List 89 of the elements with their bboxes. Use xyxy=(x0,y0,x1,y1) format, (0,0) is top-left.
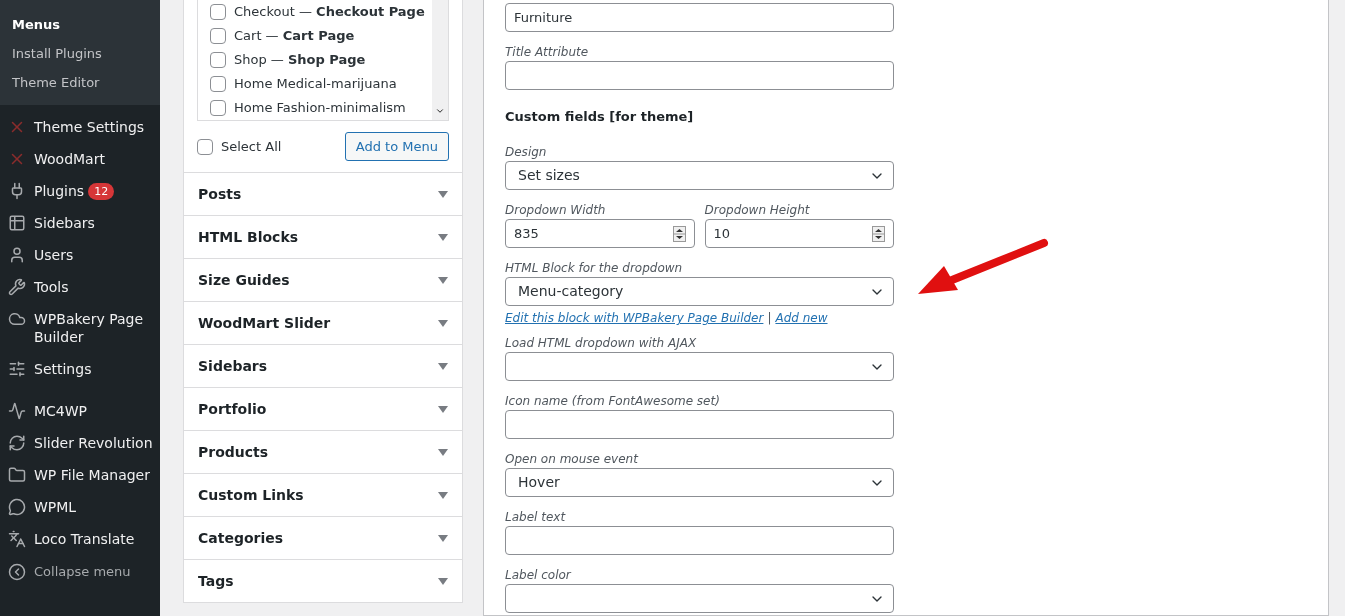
sidebar-item[interactable]: WP File Manager xyxy=(0,459,160,491)
field-label: Label text xyxy=(505,509,567,525)
field-label: Dropdown Height xyxy=(704,202,811,218)
field-label: Label color xyxy=(505,567,573,583)
sidebar-item[interactable]: MC4WP xyxy=(0,395,160,427)
accordion-section[interactable]: Custom Links xyxy=(183,474,463,517)
dropdown-triangle-icon xyxy=(438,276,448,284)
scroll-down-icon[interactable] xyxy=(435,106,445,116)
dropdown-triangle-icon xyxy=(438,405,448,413)
add-to-menu-button[interactable]: Add to Menu xyxy=(344,132,449,161)
field-label: HTML Block for the dropdown xyxy=(505,260,684,276)
accordion-section[interactable]: HTML Blocks xyxy=(183,216,463,259)
checkbox[interactable] xyxy=(210,100,226,116)
text-field[interactable] xyxy=(505,526,894,555)
field-label: Design xyxy=(505,144,548,160)
field-label: Load HTML dropdown with AJAX xyxy=(505,335,698,351)
accordion-section[interactable]: WoodMart Slider xyxy=(183,302,463,345)
field-label: Icon name (from FontAwesome set) xyxy=(505,393,721,409)
select-field[interactable]: Set sizes xyxy=(505,161,894,190)
field-label: Title Attribute xyxy=(505,44,590,60)
spinner-arrows-icon[interactable] xyxy=(672,225,686,242)
dropdown-triangle-icon xyxy=(438,362,448,370)
page-label: Home Fashion-minimalism xyxy=(234,99,406,118)
checkbox[interactable] xyxy=(197,138,213,155)
select-field[interactable]: Menu-category xyxy=(505,277,894,306)
page-label: Home Medical-marijuana xyxy=(234,75,397,94)
sidebar-item[interactable]: WoodMart xyxy=(0,143,160,175)
user-icon xyxy=(8,246,26,264)
number-field[interactable]: 835 xyxy=(505,219,695,248)
checkbox[interactable] xyxy=(210,52,226,68)
sidebar-item[interactable]: Theme Settings xyxy=(0,111,160,143)
accordion-section[interactable]: Posts xyxy=(183,173,463,216)
submenu-item[interactable]: Install Plugins xyxy=(0,39,160,68)
text-field[interactable]: Furniture xyxy=(505,3,894,32)
dropdown-triangle-icon xyxy=(438,233,448,241)
checkbox[interactable] xyxy=(210,28,226,44)
number-field[interactable]: 10 xyxy=(704,219,894,248)
collapse-icon xyxy=(8,562,26,581)
accordion-section[interactable]: Sidebars xyxy=(183,345,463,388)
page-label: Shop — Shop Page xyxy=(234,51,366,70)
dropdown-triangle-icon xyxy=(438,448,448,456)
sidebar-item[interactable]: WPBakery Page Builder xyxy=(0,303,160,353)
table-icon xyxy=(8,214,26,232)
sliders-icon xyxy=(8,360,26,378)
edit-block-link[interactable]: Edit this block with WPBakery Page Builder xyxy=(505,309,764,327)
spinner-arrows-icon[interactable] xyxy=(872,225,885,242)
sidebar-item[interactable]: Plugins 12 xyxy=(0,175,160,207)
accordion-section[interactable]: Products xyxy=(183,431,463,474)
text-field[interactable] xyxy=(505,410,894,439)
field-label: Open on mouse event xyxy=(505,451,640,467)
checkbox[interactable] xyxy=(210,4,226,20)
select-field[interactable]: Hover xyxy=(505,468,894,497)
translate-icon xyxy=(8,530,26,548)
sidebar-item[interactable]: Sidebars xyxy=(0,207,160,239)
add-new-link[interactable]: Add new xyxy=(775,309,828,327)
collapse-menu-button[interactable]: Collapse menu xyxy=(0,555,160,589)
accordion-section[interactable]: Portfolio xyxy=(183,388,463,431)
field-label: Dropdown Width xyxy=(505,202,607,218)
dropdown-triangle-icon xyxy=(438,534,448,542)
page-label: Cart — Cart Page xyxy=(234,27,355,46)
cloud-icon xyxy=(8,310,26,328)
select-field[interactable] xyxy=(505,584,894,613)
sidebar-item[interactable]: WPML xyxy=(0,491,160,523)
dropdown-triangle-icon xyxy=(438,190,448,198)
sidebar-item[interactable]: Slider Revolution xyxy=(0,427,160,459)
accordion-section[interactable]: Tags xyxy=(183,560,463,603)
dropdown-triangle-icon xyxy=(438,319,448,327)
submenu-item[interactable]: Theme Editor xyxy=(0,68,160,97)
link-separator: | xyxy=(767,310,772,327)
submenu-item[interactable]: Menus xyxy=(0,10,160,39)
accordion-section[interactable]: Size Guides xyxy=(183,259,463,302)
dropdown-triangle-icon xyxy=(438,577,448,585)
speech-bubble-icon xyxy=(8,498,26,516)
accordion-section[interactable]: Categories xyxy=(183,517,463,560)
checkbox[interactable] xyxy=(210,76,226,92)
refresh-icon xyxy=(8,434,26,452)
count-badge: 12 xyxy=(88,182,115,200)
select-field[interactable] xyxy=(505,352,894,381)
sidebar-item[interactable]: Tools xyxy=(0,271,160,303)
dropdown-triangle-icon xyxy=(438,491,448,499)
select-all-label: Select All xyxy=(221,137,282,156)
page-label: Checkout — Checkout Page xyxy=(234,3,425,22)
sidebar-item[interactable]: Settings xyxy=(0,353,160,385)
wrench-icon xyxy=(8,278,26,296)
folder-icon xyxy=(8,466,26,484)
section-heading: Custom fields [for theme] xyxy=(505,109,694,124)
sidebar-item[interactable]: Loco Translate xyxy=(0,523,160,555)
text-field[interactable] xyxy=(505,61,894,90)
sidebar-item[interactable]: Users xyxy=(0,239,160,271)
